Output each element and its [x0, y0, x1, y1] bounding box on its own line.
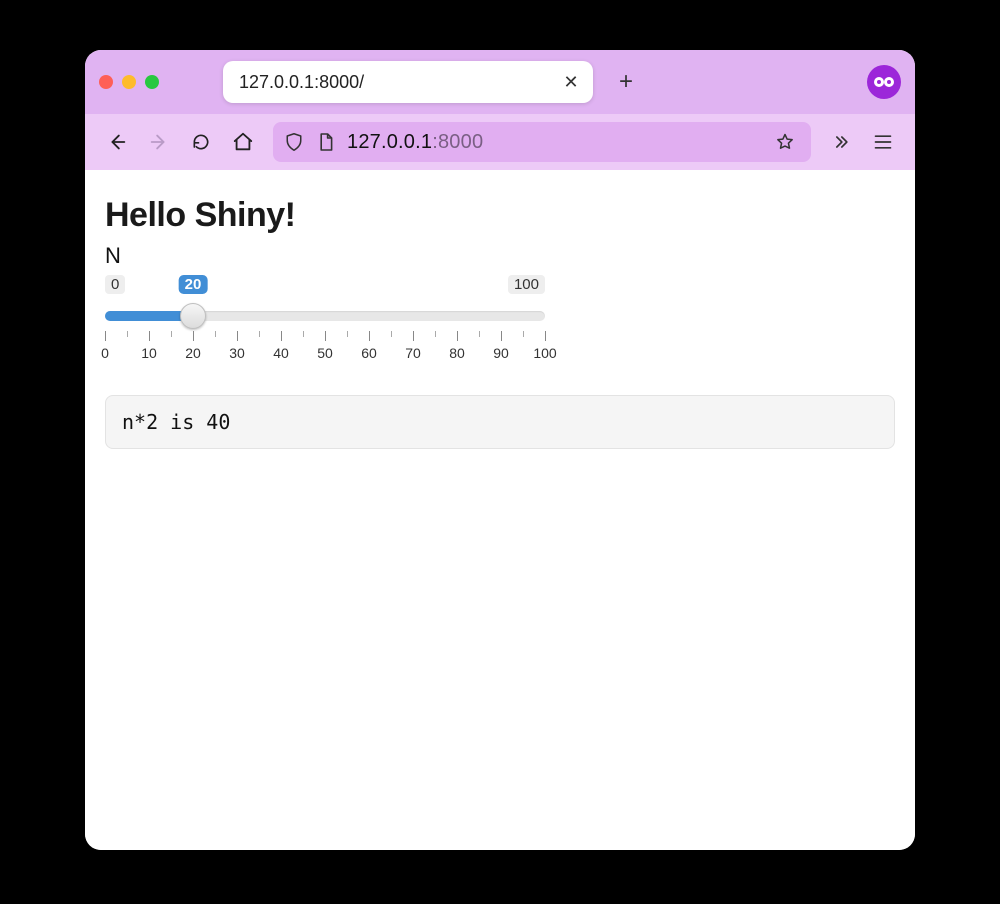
- back-button[interactable]: [99, 124, 135, 160]
- menu-button[interactable]: [865, 124, 901, 160]
- minimize-window-button[interactable]: [122, 75, 136, 89]
- slider-value-bubble: 20: [179, 275, 208, 294]
- tick-major: [105, 331, 106, 341]
- tick-minor: [303, 331, 304, 337]
- tick-label: 40: [273, 345, 289, 361]
- tick-label: 10: [141, 345, 157, 361]
- browser-window: 127.0.0.1:8000/ ✕ +: [85, 50, 915, 850]
- forward-button[interactable]: [141, 124, 177, 160]
- tick-minor: [259, 331, 260, 337]
- reload-button[interactable]: [183, 124, 219, 160]
- shield-icon[interactable]: [283, 132, 305, 152]
- arrow-left-icon: [106, 131, 128, 153]
- tick-label: 70: [405, 345, 421, 361]
- tick-minor: [435, 331, 436, 337]
- tick-major: [545, 331, 546, 341]
- slider-label: N: [105, 243, 895, 269]
- titlebar: 127.0.0.1:8000/ ✕ +: [85, 50, 915, 114]
- tick-minor: [347, 331, 348, 337]
- tick-minor: [479, 331, 480, 337]
- reload-icon: [191, 132, 211, 152]
- output-text: n*2 is 40: [105, 395, 895, 449]
- tick-major: [501, 331, 502, 341]
- tick-major: [457, 331, 458, 341]
- page-title: Hello Shiny!: [105, 196, 895, 235]
- tick-label: 0: [101, 345, 109, 361]
- new-tab-button[interactable]: +: [611, 67, 641, 97]
- window-controls: [99, 75, 159, 89]
- hamburger-icon: [873, 133, 893, 151]
- chevrons-right-icon: [831, 132, 851, 152]
- tick-major: [325, 331, 326, 341]
- url-port: :8000: [432, 131, 483, 153]
- bookmark-button[interactable]: [775, 132, 801, 152]
- incognito-icon: [873, 75, 895, 89]
- toolbar: 127.0.0.1:8000: [85, 114, 915, 170]
- url-host: 127.0.0.1: [347, 131, 432, 153]
- arrow-right-icon: [148, 131, 170, 153]
- slider-value-row: 0 20 100: [105, 275, 545, 301]
- tick-minor: [127, 331, 128, 337]
- home-icon: [232, 131, 254, 153]
- page-content: Hello Shiny! N 0 20 100 0 10 20 30 40 50 60 70 8…: [85, 170, 915, 850]
- tick-label: 100: [533, 345, 556, 361]
- tick-major: [149, 331, 150, 341]
- tab-title: 127.0.0.1:8000/: [239, 72, 559, 93]
- url-bar[interactable]: 127.0.0.1:8000: [273, 122, 811, 162]
- browser-tab[interactable]: 127.0.0.1:8000/ ✕: [223, 61, 593, 103]
- slider-thumb[interactable]: [180, 303, 206, 329]
- star-icon: [775, 132, 795, 152]
- url-text: 127.0.0.1:8000: [347, 131, 765, 154]
- tick-label: 90: [493, 345, 509, 361]
- slider-track-area[interactable]: [105, 303, 545, 329]
- tick-label: 30: [229, 345, 245, 361]
- tick-minor: [171, 331, 172, 337]
- tick-label: 50: [317, 345, 333, 361]
- tick-major: [281, 331, 282, 341]
- slider-max-label: 100: [508, 275, 545, 294]
- slider-ticks: 0102030405060708090100: [105, 331, 545, 367]
- tick-major: [369, 331, 370, 341]
- tick-major: [413, 331, 414, 341]
- tick-major: [193, 331, 194, 341]
- tick-label: 60: [361, 345, 377, 361]
- close-tab-button[interactable]: ✕: [559, 72, 583, 93]
- slider-min-label: 0: [105, 275, 125, 294]
- slider[interactable]: 0 20 100 0 10 20 30 40 50 60 70 80 90 100: [105, 275, 545, 367]
- page-icon: [315, 132, 337, 152]
- tick-minor: [523, 331, 524, 337]
- tick-label: 80: [449, 345, 465, 361]
- close-window-button[interactable]: [99, 75, 113, 89]
- tick-label: 20: [185, 345, 201, 361]
- profile-button[interactable]: [867, 65, 901, 99]
- tick-minor: [391, 331, 392, 337]
- tick-major: [237, 331, 238, 341]
- tick-minor: [215, 331, 216, 337]
- home-button[interactable]: [225, 124, 261, 160]
- maximize-window-button[interactable]: [145, 75, 159, 89]
- overflow-button[interactable]: [823, 124, 859, 160]
